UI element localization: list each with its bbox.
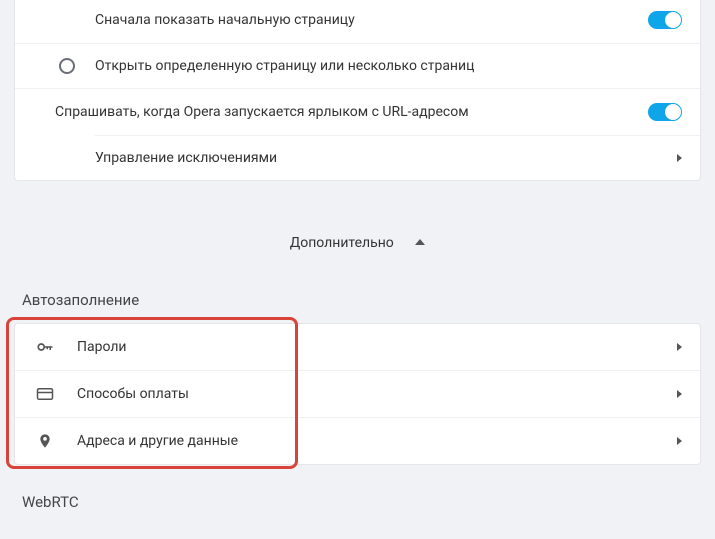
caret-up-icon [415,239,425,245]
passwords-row[interactable]: Пароли [15,324,700,370]
addresses-label: Адреса и другие данные [77,433,677,449]
autofill-section-title: Автозаполнение [0,291,715,323]
key-icon [35,338,55,356]
startup-panel: Сначала показать начальную страницу Откр… [14,0,701,181]
ask-url-toggle[interactable] [648,103,682,121]
ask-url-row[interactable]: Спрашивать, когда Opera запускается ярлы… [15,88,700,135]
chevron-right-icon [677,343,682,351]
passwords-label: Пароли [77,339,677,355]
chevron-right-icon [677,154,682,162]
credit-card-icon [35,385,55,403]
payment-label: Способы оплаты [77,386,677,402]
chevron-right-icon [677,437,682,445]
open-specific-row[interactable]: Открыть определенную страницу или нескол… [15,43,700,88]
location-pin-icon [35,432,55,450]
autofill-panel: Пароли Способы оплаты Адреса и другие да… [14,323,701,465]
show-start-page-row[interactable]: Сначала показать начальную страницу [15,0,700,43]
show-start-page-toggle[interactable] [648,11,682,29]
advanced-toggle[interactable]: Дополнительно [0,181,715,291]
webrtc-section-title: WebRTC [0,465,715,511]
advanced-label: Дополнительно [290,235,394,251]
addresses-row[interactable]: Адреса и другие данные [15,417,700,464]
manage-exceptions-row[interactable]: Управление исключениями [15,136,700,180]
open-specific-label: Открыть определенную страницу или нескол… [95,58,682,74]
payment-row[interactable]: Способы оплаты [15,370,700,417]
chevron-right-icon [677,390,682,398]
radio-icon[interactable] [59,58,75,74]
ask-url-label: Спрашивать, когда Opera запускается ярлы… [55,104,648,120]
show-start-page-label: Сначала показать начальную страницу [95,12,648,28]
startup-group: Сначала показать начальную страницу Откр… [15,0,700,88]
manage-exceptions-label: Управление исключениями [95,150,677,166]
